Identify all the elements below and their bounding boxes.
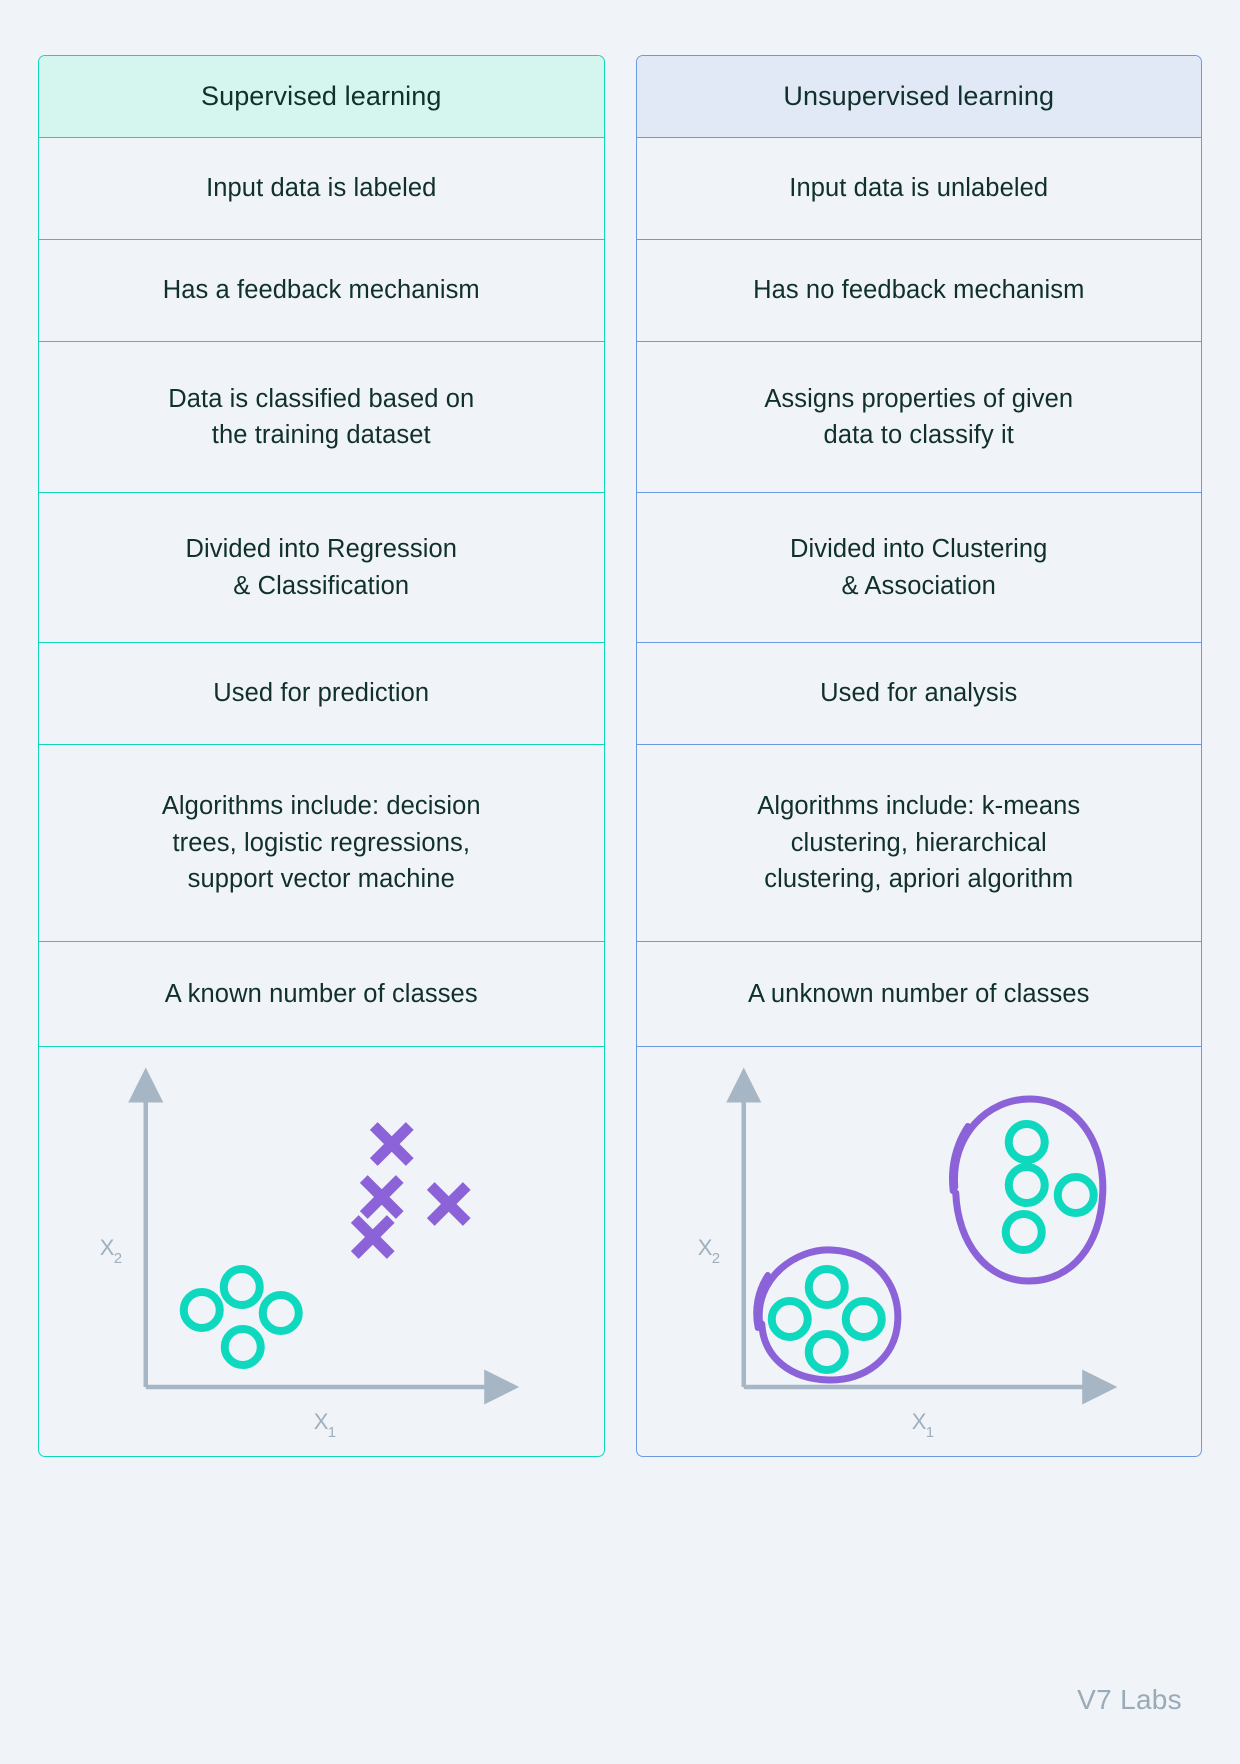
table-row: Assigns properties of given data to clas… xyxy=(636,342,1201,493)
table-row: Has a feedback mechanism xyxy=(39,240,604,342)
table-row: A unknown number of classes xyxy=(636,942,1201,1047)
cluster-1-markers xyxy=(767,1265,886,1374)
column-supervised-learning: Supervised learning Input data is labele… xyxy=(38,55,605,1457)
cluster-2-markers xyxy=(1001,1120,1098,1254)
x-axis-label: X xyxy=(314,1409,329,1434)
y-axis-label: X xyxy=(697,1235,712,1260)
table-row: Used for prediction xyxy=(39,643,604,745)
supervised-scatter-svg: X 2 X 1 xyxy=(100,1067,520,1441)
table-row: Has no feedback mechanism xyxy=(636,240,1201,342)
table-row: Algorithms include: decision trees, logi… xyxy=(39,745,604,942)
x-axis-label-subscript: 1 xyxy=(925,1424,933,1441)
column-unsupervised-learning: Unsupervised learning Input data is unla… xyxy=(635,55,1202,1457)
table-row: Used for analysis xyxy=(636,643,1201,745)
table-row: A known number of classes xyxy=(39,942,604,1047)
table-row: Data is classified based on the training… xyxy=(39,342,604,493)
comparison-diagram: Supervised learning Input data is labele… xyxy=(0,0,1240,1764)
y-axis-label: X xyxy=(100,1235,115,1260)
y-axis-label-subscript: 2 xyxy=(711,1250,719,1267)
x-axis-label: X xyxy=(911,1409,926,1434)
table-row: Divided into Clustering & Association xyxy=(636,493,1201,643)
table-row: Divided into Regression & Classification xyxy=(39,493,604,643)
scatter-cross-markers xyxy=(350,1122,471,1259)
table-row: Input data is unlabeled xyxy=(636,138,1201,240)
table-row: Algorithms include: k-means clustering, … xyxy=(636,745,1201,942)
y-axis-label-subscript: 2 xyxy=(114,1250,122,1267)
column-header-unsupervised: Unsupervised learning xyxy=(636,56,1201,138)
v7-labs-watermark: V7 Labs xyxy=(1077,1684,1182,1715)
scatter-circle-markers xyxy=(179,1265,303,1369)
table-row: Input data is labeled xyxy=(39,138,604,240)
supervised-scatter-plot: X 2 X 1 xyxy=(39,1047,604,1456)
comparison-columns: Supervised learning Input data is labele… xyxy=(0,0,1240,1457)
x-axis-label-subscript: 1 xyxy=(328,1424,336,1441)
unsupervised-scatter-plot: X 2 X 1 xyxy=(637,1047,1202,1456)
unsupervised-scatter-svg: X 2 X 1 xyxy=(697,1067,1117,1441)
column-header-supervised: Supervised learning xyxy=(39,56,604,138)
